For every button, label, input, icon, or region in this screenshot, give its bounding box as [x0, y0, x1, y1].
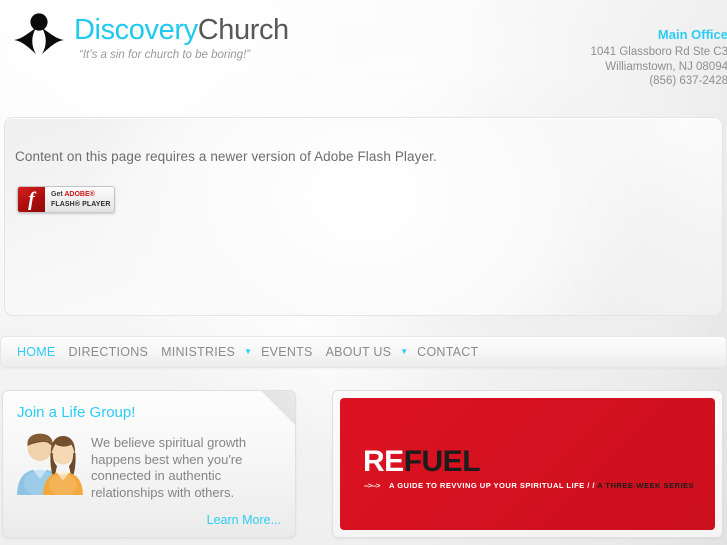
chevron-down-icon-ministries[interactable]: ▼ — [244, 347, 252, 356]
two-people-icon — [15, 433, 87, 496]
get-adobe-flash-player-button[interactable]: Get ADOBE® FLASH® PLAYER ⬇ — [17, 186, 115, 213]
nav-item-events[interactable]: EVENTS — [261, 345, 313, 359]
refuel-banner[interactable]: REFUEL -->--> A GUIDE TO REVVING UP YOUR … — [340, 398, 715, 530]
flash-badge-get: Get — [51, 191, 65, 198]
nav-item-directions[interactable]: DIRECTIONS — [69, 345, 149, 359]
contact-phone: (856) 637-2428 — [649, 75, 727, 87]
nav-item-about-us[interactable]: ABOUT US — [326, 345, 392, 359]
contact-info: Main Office 1041 Glassboro Rd Ste C3 Wil… — [591, 26, 727, 89]
logo-word-church: Church — [197, 14, 289, 46]
contact-address-line1: 1041 Glassboro Rd Ste C3 — [590, 46, 727, 58]
refuel-title-fuel: FUEL — [403, 445, 481, 478]
person-logo-icon — [8, 12, 70, 64]
refuel-subtitle-light: A GUIDE TO REVVING UP YOUR SPIRITUAL LIF… — [388, 481, 595, 490]
refuel-title-re: RE — [363, 445, 404, 478]
page-fold-corner-icon — [261, 391, 295, 425]
main-navigation: HOME DIRECTIONS MINISTRIES ▼ EVENTS ABOU… — [0, 336, 727, 368]
flash-content-panel: Content on this page requires a newer ve… — [4, 117, 723, 316]
arrows-icon: -->--> — [364, 481, 380, 490]
logo-wordmark: DiscoveryChurch “It’s a sin for church t… — [74, 14, 289, 61]
nav-item-ministries[interactable]: MINISTRIES — [161, 345, 235, 359]
promo-body-text: We believe spiritual growth happens best… — [91, 435, 247, 500]
refuel-banner-frame: REFUEL -->--> A GUIDE TO REVVING UP YOUR … — [332, 390, 723, 538]
flash-required-message: Content on this page requires a newer ve… — [15, 149, 437, 164]
flash-badge-adobe: ADOBE® — [64, 191, 95, 198]
flash-badge-text: Get ADOBE® FLASH® PLAYER — [45, 190, 110, 209]
chevron-down-icon-about-us[interactable]: ▼ — [400, 347, 408, 356]
download-arrow-icon: ⬇ — [110, 190, 114, 201]
logo-word: DiscoveryChurch — [74, 14, 289, 46]
contact-title: Main Office — [657, 27, 727, 42]
life-group-promo-card[interactable]: Join a Life Group! We believe spiritual … — [2, 390, 296, 538]
adobe-flash-icon — [18, 187, 45, 212]
refuel-banner-title: REFUEL — [363, 445, 481, 478]
logo-tagline: “It’s a sin for church to be boring!” — [79, 49, 251, 61]
promo-title: Join a Life Group! — [17, 404, 136, 421]
refuel-subtitle-dark: A THREE-WEEK SERIES — [597, 481, 695, 490]
nav-item-home[interactable]: HOME — [17, 345, 56, 359]
refuel-banner-subtitle: -->--> A GUIDE TO REVVING UP YOUR SPIRITU… — [364, 482, 694, 490]
site-header: DiscoveryChurch “It’s a sin for church t… — [0, 0, 727, 117]
learn-more-link[interactable]: Learn More... — [207, 513, 281, 527]
contact-address-line2: Williamstown, NJ 08094 — [605, 60, 727, 73]
site-logo[interactable]: DiscoveryChurch “It’s a sin for church t… — [8, 10, 289, 64]
logo-word-discovery: Discovery — [74, 14, 198, 46]
flash-badge-line2: FLASH® PLAYER — [51, 200, 111, 208]
nav-item-contact[interactable]: CONTACT — [417, 345, 478, 359]
page-wrapper: DiscoveryChurch “It’s a sin for church t… — [0, 0, 727, 545]
flash-badge-line1: Get ADOBE® — [51, 190, 110, 200]
